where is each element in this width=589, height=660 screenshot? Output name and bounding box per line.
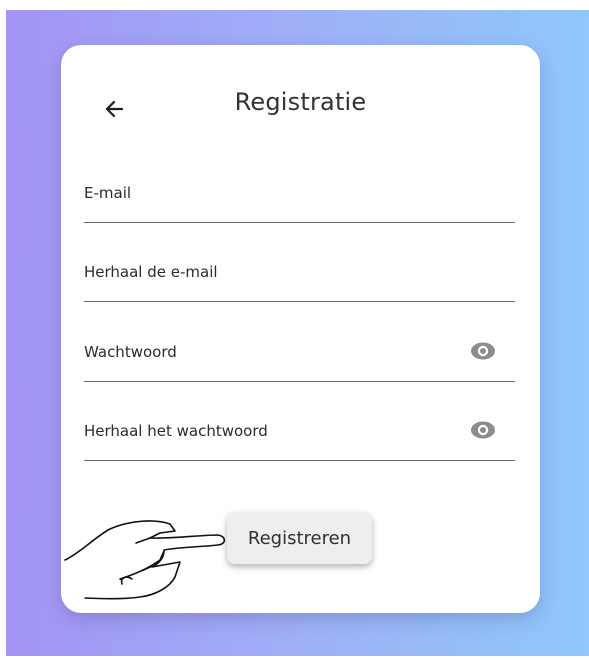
eye-icon[interactable] bbox=[469, 420, 497, 440]
password-field[interactable]: Wachtwoord bbox=[84, 341, 515, 382]
confirm-email-field[interactable]: Herhaal de e-mail bbox=[84, 261, 515, 302]
page-title: Registratie bbox=[234, 88, 367, 116]
pointing-hand-icon bbox=[64, 520, 226, 600]
email-field[interactable]: E-mail bbox=[84, 182, 515, 223]
confirm-password-field-label: Herhaal het wachtwoord bbox=[84, 422, 268, 440]
password-field-label: Wachtwoord bbox=[84, 343, 177, 361]
register-button[interactable]: Registreren bbox=[227, 512, 372, 564]
email-field-label: E-mail bbox=[84, 184, 132, 202]
confirm-password-field[interactable]: Herhaal het wachtwoord bbox=[84, 420, 515, 461]
eye-icon[interactable] bbox=[469, 341, 497, 361]
confirm-email-field-label: Herhaal de e-mail bbox=[84, 263, 218, 281]
